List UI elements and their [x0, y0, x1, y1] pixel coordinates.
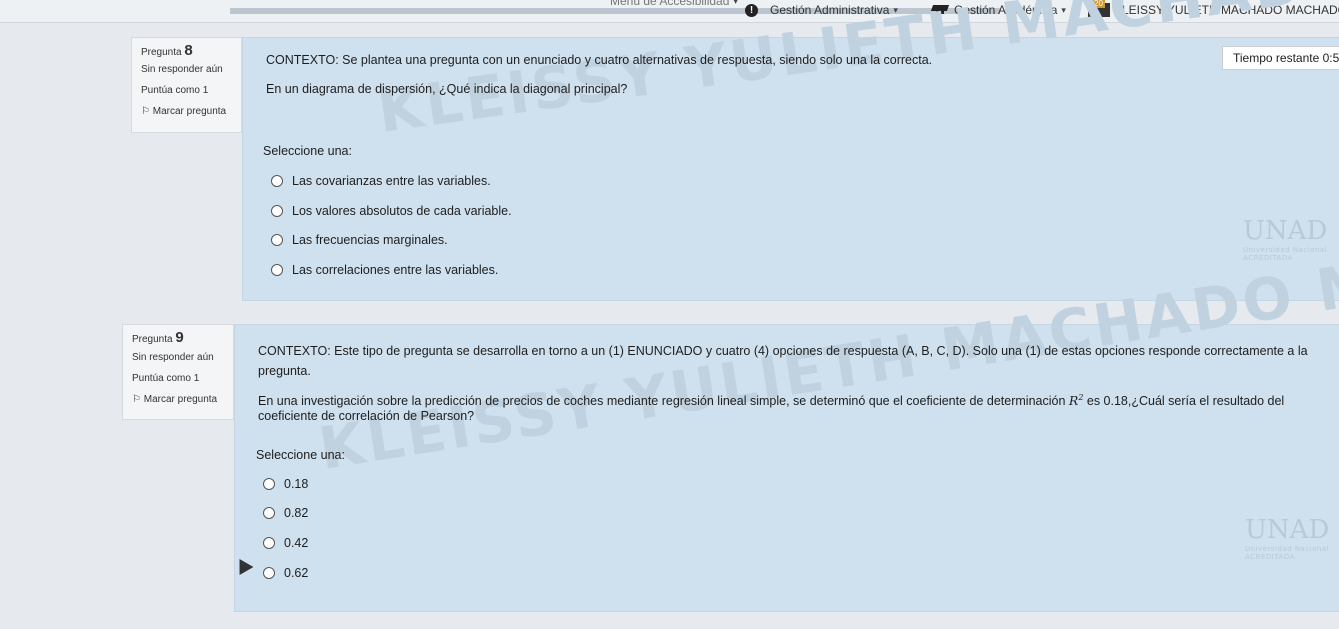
answer-option[interactable]: 0.82 — [263, 506, 308, 520]
question-text-part: En una investigación sobre la predicción… — [258, 394, 1069, 409]
question-8-info: Pregunta 8 Sin responder aún Puntúa como… — [131, 37, 242, 133]
answer-option[interactable]: 0.42 — [263, 536, 308, 550]
flag-icon: ⚐ — [141, 106, 150, 117]
question-number: 8 — [184, 42, 193, 59]
flag-question-8-button[interactable]: ⚐ Marcar pregunta — [141, 105, 241, 118]
answer-option[interactable]: Las correlaciones entre las variables. — [271, 263, 498, 277]
answer-option[interactable]: Los valores absolutos de cada variable. — [271, 204, 512, 218]
question-9-score: Puntúa como 1 — [132, 373, 200, 384]
time-remaining-badge: Tiempo restante 0:5 — [1222, 46, 1339, 70]
answer-option[interactable]: 0.18 — [263, 477, 308, 491]
radio-button[interactable] — [271, 175, 283, 187]
question-8-text: En un diagrama de dispersión, ¿Qué indic… — [266, 82, 628, 96]
time-remaining-label: Tiempo restante 0:5 — [1233, 51, 1339, 65]
logo-name: UNAD — [1245, 515, 1330, 545]
alert-icon[interactable]: ! — [745, 4, 758, 17]
question-label: Pregunta — [132, 334, 173, 345]
question-text-part: es 0.18,¿Cuál sería el resultado del — [1083, 394, 1285, 409]
radio-button[interactable] — [263, 567, 275, 579]
select-label: Seleccione una: — [256, 448, 345, 462]
radio-button[interactable] — [263, 537, 275, 549]
option-label: 0.18 — [284, 477, 309, 491]
option-label: 0.62 — [284, 566, 309, 580]
flag-question-9-button[interactable]: ⚐ Marcar pregunta — [132, 393, 233, 406]
question-9-info: Pregunta 9 Sin responder aún Puntúa como… — [122, 324, 234, 420]
logo-line1: Universidad Nacional — [1243, 246, 1328, 254]
answer-option[interactable]: Las covarianzas entre las variables. — [271, 174, 491, 188]
option-label: Las frecuencias marginales. — [292, 233, 448, 247]
r-squared-symbol: R2 — [1069, 393, 1084, 408]
question-9-status: Sin responder aún — [132, 352, 214, 363]
flag-label: Marcar pregunta — [152, 106, 227, 117]
question-number: 9 — [175, 329, 184, 346]
radio-button[interactable] — [271, 205, 283, 217]
radio-button[interactable] — [263, 507, 275, 519]
question-label: Pregunta — [141, 47, 182, 58]
question-9-context-line2: pregunta. — [258, 364, 311, 378]
answer-option[interactable]: 0.62 — [263, 566, 308, 580]
select-label: Seleccione una: — [263, 144, 352, 158]
question-8-score: Puntúa como 1 — [141, 85, 209, 96]
flag-icon: ⚐ — [132, 394, 141, 405]
unad-logo: UNAD Universidad Nacional ACREDITADA — [1243, 216, 1327, 262]
question-8-content: KLEISSY YULIETH MACHADO MACHADO UNAD Uni… — [242, 0, 1339, 301]
question-9-text-line2: coeficiente de correlación de Pearson? — [258, 409, 475, 423]
logo-line2: ACREDITADA — [1245, 553, 1295, 561]
accessibility-menu[interactable]: Menú de Accesibilidad ▾ — [610, 0, 738, 8]
unad-logo: UNAD Universidad Nacional ACREDITADA — [1245, 515, 1329, 561]
flag-label: Marcar pregunta — [143, 394, 218, 405]
radio-button[interactable] — [263, 478, 275, 490]
accessibility-menu-label: Menú de Accesibilidad — [610, 0, 730, 8]
question-9-context-line1: CONTEXTO: Este tipo de pregunta se desar… — [258, 344, 1308, 358]
chevron-down-icon: ▾ — [733, 0, 738, 6]
answer-option[interactable]: Las frecuencias marginales. — [271, 233, 448, 247]
option-label: Las correlaciones entre las variables. — [292, 263, 499, 277]
radio-button[interactable] — [271, 264, 283, 276]
radio-button[interactable] — [271, 234, 283, 246]
logo-name: UNAD — [1243, 216, 1328, 246]
option-label: 0.82 — [284, 506, 309, 520]
r-symbol: R — [1068, 393, 1079, 409]
question-8-context: CONTEXTO: Se plantea una pregunta con un… — [266, 53, 933, 67]
logo-line1: Universidad Nacional — [1245, 545, 1330, 553]
option-label: Los valores absolutos de cada variable. — [292, 204, 512, 218]
question-8-status: Sin responder aún — [141, 64, 223, 75]
question-9-text-line1: En una investigación sobre la predicción… — [258, 393, 1284, 408]
option-label: Las covarianzas entre las variables. — [292, 174, 491, 188]
question-8-number-line: Pregunta 8 — [141, 42, 241, 59]
option-label: 0.42 — [284, 536, 309, 550]
question-9-content: KLEISSY YULIETH MACHADO MACHADO UNAD Uni… — [234, 202, 1339, 612]
question-9-number-line: Pregunta 9 — [132, 329, 233, 346]
